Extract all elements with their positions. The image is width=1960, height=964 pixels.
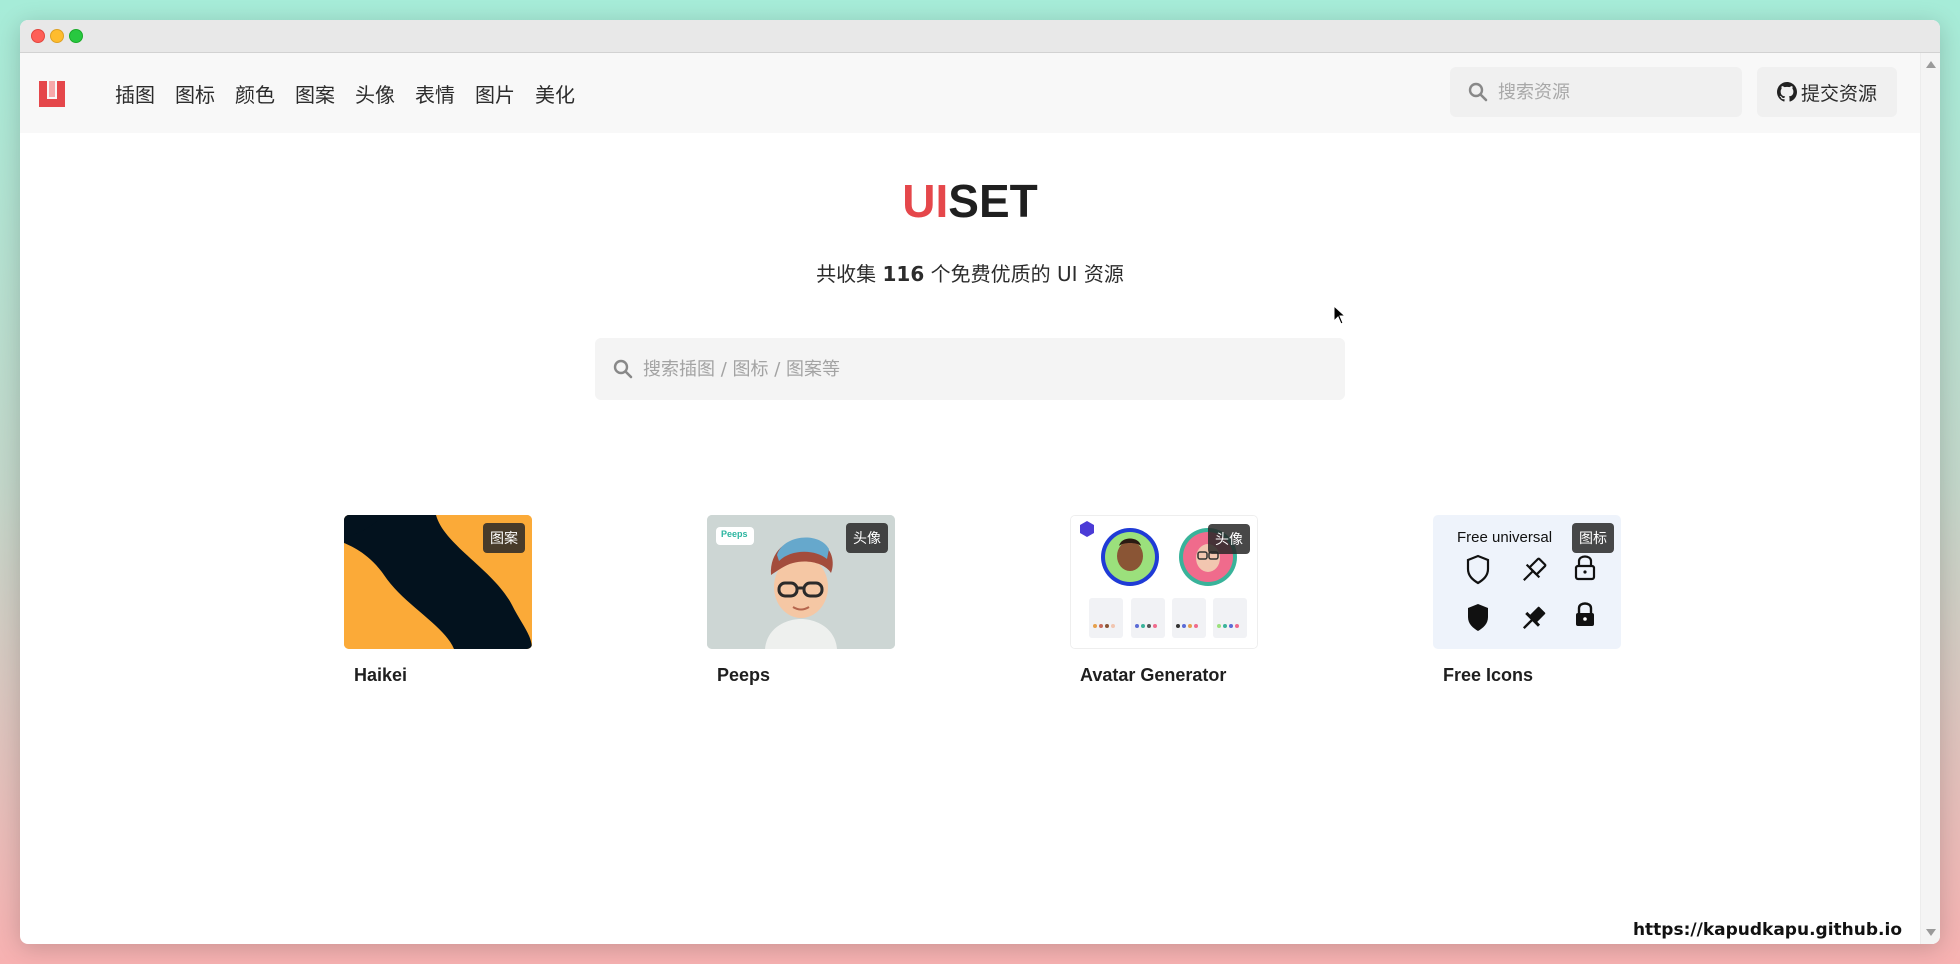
minimize-window-button[interactable] — [50, 29, 64, 43]
card-thumbnail: 图案 — [344, 515, 532, 649]
brand-ui-text: UI — [902, 175, 949, 227]
browser-window: 插图 图标 颜色 图案 头像 表情 图片 美化 提交资源 — [20, 20, 1940, 944]
main-search-box[interactable] — [595, 338, 1345, 400]
peeps-thumb-label: Peeps — [721, 529, 748, 539]
brand-set-text: SET — [948, 175, 1038, 227]
close-window-button[interactable] — [31, 29, 45, 43]
scroll-up-arrow-icon[interactable] — [1926, 61, 1936, 68]
card-thumbnail: 头像 — [1070, 515, 1258, 649]
maximize-window-button[interactable] — [69, 29, 83, 43]
page-viewport: 插图 图标 颜色 图案 头像 表情 图片 美化 提交资源 — [20, 53, 1920, 944]
nav-item-beautify[interactable]: 美化 — [525, 79, 585, 108]
nav-item-patterns[interactable]: 图案 — [285, 79, 345, 108]
card-thumbnail: Free universal 图标 — [1433, 515, 1621, 649]
nav-item-icons[interactable]: 图标 — [165, 79, 225, 108]
scroll-down-arrow-icon[interactable] — [1926, 929, 1936, 936]
search-icon — [613, 359, 633, 379]
card-title: Peeps — [717, 665, 771, 685]
nav-item-images[interactable]: 图片 — [465, 79, 525, 108]
github-icon — [1776, 82, 1797, 102]
site-url[interactable]: https://kapudkapu.github.io — [1633, 920, 1902, 940]
card-thumbnail: Peeps 头像 — [707, 515, 895, 649]
card-title: Free Icons — [1443, 665, 1534, 685]
category-badge: 图标 — [1572, 523, 1614, 553]
category-badge: 头像 — [846, 523, 888, 553]
nav-item-illustrations[interactable]: 插图 — [115, 79, 165, 108]
nav-item-avatars[interactable]: 头像 — [345, 79, 405, 108]
resource-card-avatar-generator[interactable]: 头像 Avatar Generator — [1070, 515, 1258, 686]
mouse-cursor-icon — [1333, 305, 1347, 325]
resource-card-free-icons[interactable]: Free universal 图标 Free Icons — [1433, 515, 1621, 686]
card-title: Haikei — [354, 665, 408, 685]
resource-card-peeps[interactable]: Peeps 头像 Peeps — [707, 515, 895, 686]
submit-resource-button[interactable]: 提交资源 — [1757, 67, 1897, 117]
category-badge: 头像 — [1208, 524, 1250, 554]
card-title: Avatar Generator — [1080, 665, 1227, 685]
nav-item-emojis[interactable]: 表情 — [405, 79, 465, 108]
tagline: 共收集 116 个免费优质的 UI 资源 — [20, 258, 1920, 287]
nav-search-input[interactable] — [1498, 81, 1718, 103]
tagline-prefix: 共收集 — [816, 262, 883, 286]
title-bar — [20, 20, 1940, 53]
free-icons-thumb-text: Free universal — [1457, 529, 1553, 546]
vertical-scrollbar[interactable] — [1920, 53, 1940, 944]
brand-title: UISET — [20, 174, 1920, 228]
search-icon — [1468, 82, 1488, 102]
resource-card-haikei[interactable]: 图案 Haikei — [344, 515, 532, 686]
navbar: 插图 图标 颜色 图案 头像 表情 图片 美化 提交资源 — [20, 53, 1920, 133]
category-badge: 图案 — [483, 523, 525, 553]
nav-menu: 插图 图标 颜色 图案 头像 表情 图片 美化 — [115, 53, 585, 133]
submit-resource-label: 提交资源 — [1800, 82, 1877, 105]
main-search-input[interactable] — [643, 358, 1293, 380]
nav-item-colors[interactable]: 颜色 — [225, 79, 285, 108]
resource-count: 116 — [882, 262, 925, 286]
nav-search-box[interactable] — [1450, 67, 1742, 117]
logo[interactable] — [39, 81, 65, 107]
tagline-suffix: 个免费优质的 UI 资源 — [924, 262, 1124, 286]
